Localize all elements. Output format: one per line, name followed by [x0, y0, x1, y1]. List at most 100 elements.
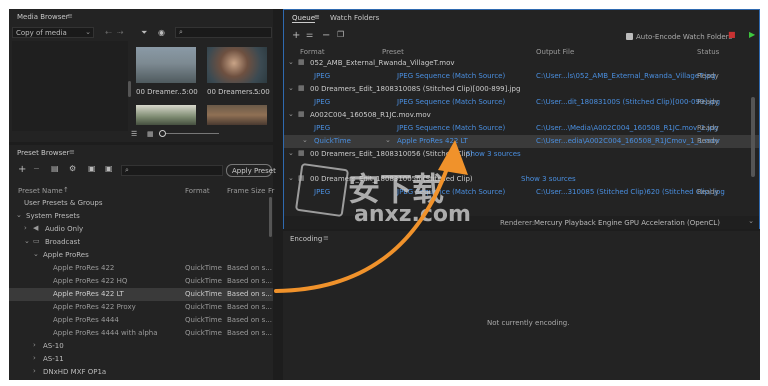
view-icon[interactable]: ◉ [158, 28, 165, 37]
output-file[interactable]: C:\User...edia\A002C004_160508_R1JCmov_1… [536, 137, 720, 145]
preset-row-label: DNxHD MXF OP1a [43, 368, 107, 376]
preset-row-label: User Presets & Groups [24, 199, 103, 207]
preset-row[interactable]: Apple ProRes 422 QuickTime Based on s... [9, 262, 273, 275]
preset-row[interactable]: Apple ProRes 422 HQ QuickTime Based on s… [9, 275, 273, 288]
preset-dropdown-icon[interactable]: ⌄ [385, 136, 391, 144]
preset-row[interactable]: Apple ProRes 4444 with alpha QuickTime B… [9, 327, 273, 340]
media-search-input[interactable]: ⌕ [175, 27, 272, 38]
format-dropdown-icon[interactable]: ⌄ [302, 136, 308, 144]
back-arrow-icon[interactable]: ⇠ [105, 28, 112, 37]
chevron-down-icon[interactable]: ⌄ [288, 110, 294, 118]
preset-row-as10[interactable]: › AS-10 [9, 340, 273, 353]
zoom-slider[interactable] [159, 133, 219, 134]
output-file[interactable]: C:\User...dit_18083100S (Stitched Clip)[… [536, 98, 720, 106]
chevron-down-icon[interactable]: ⌄ [24, 237, 30, 245]
preset-row-user-presets[interactable]: User Presets & Groups [9, 197, 273, 210]
output-preset[interactable]: Apple ProRes 422 LT [397, 137, 468, 145]
new-group-icon[interactable]: ▤ [51, 164, 59, 173]
preset-row-label: Apple ProRes 422 LT [53, 290, 124, 298]
column-preset-name[interactable]: Preset Name [18, 187, 63, 195]
zoom-slider-handle[interactable] [159, 130, 166, 137]
add-icon[interactable]: + [18, 164, 26, 175]
auto-encode-label: Auto-Encode Watch Folders [636, 33, 733, 41]
output-format[interactable]: JPEG [314, 124, 330, 132]
output-preset[interactable]: JPEG Sequence (Match Source) [397, 124, 505, 132]
preset-row-label: Apple ProRes [43, 251, 89, 259]
location-dropdown[interactable]: Copy of media ⌄ [12, 27, 94, 38]
media-thumbnail-2[interactable] [207, 47, 267, 83]
show-sources-link[interactable]: Show 3 sources [521, 175, 576, 183]
preset-row[interactable]: Apple ProRes 4444 QuickTime Based on s..… [9, 314, 273, 327]
menu-icon[interactable]: ≡ [314, 13, 320, 21]
column-fr[interactable]: Fr [268, 187, 274, 195]
add-source-icon[interactable]: + [292, 30, 300, 41]
play-icon[interactable]: ▶ [749, 30, 755, 39]
preset-row-broadcast[interactable]: ⌄ ▭ Broadcast [9, 236, 273, 249]
settings-icon[interactable]: ⚙ [69, 164, 76, 173]
menu-icon[interactable]: ≡ [69, 148, 75, 156]
output-format[interactable]: JPEG [314, 98, 330, 106]
apply-preset-button[interactable]: Apply Preset [226, 164, 276, 177]
preset-row[interactable]: Apple ProRes 422 Proxy QuickTime Based o… [9, 301, 273, 314]
preset-row-selected[interactable]: Apple ProRes 422 LT QuickTime Based on s… [9, 288, 273, 301]
tab-queue[interactable]: Queue [292, 14, 315, 23]
settings-sliders-icon[interactable]: ⚌ [306, 30, 313, 39]
chevron-right-icon[interactable]: › [33, 367, 36, 375]
tab-watch-folders[interactable]: Watch Folders [330, 14, 379, 22]
duplicate-icon[interactable]: ❐ [337, 30, 344, 39]
chevron-down-icon[interactable]: ⌄ [16, 211, 22, 219]
output-file[interactable]: C:\User...\Media\A002C004_160508_R1JC.mo… [536, 124, 718, 132]
queue-source-row[interactable]: ⌄ ▦ A002C004_160508_R1JC.mov.mov [284, 109, 759, 122]
queue-source-row[interactable]: ⌄ ▦ 00 Dreamers_Edit_180831008S (Stitche… [284, 83, 759, 96]
show-sources-link[interactable]: Show 3 sources [466, 150, 521, 158]
chevron-down-icon[interactable]: ⌄ [288, 149, 294, 157]
output-preset[interactable]: JPEG Sequence (Match Source) [397, 72, 505, 80]
preset-scrollbar[interactable] [269, 197, 272, 237]
chevron-down-icon[interactable]: ⌄ [288, 84, 294, 92]
queue-output-row[interactable]: JPEG JPEG Sequence (Match Source) C:\Use… [284, 122, 759, 135]
grid-view-icon[interactable]: ▦ [147, 130, 154, 138]
media-thumbnail-1[interactable] [136, 47, 196, 83]
import-icon[interactable]: ▣ [88, 164, 96, 173]
chevron-right-icon[interactable]: › [33, 354, 36, 362]
column-frame-size[interactable]: Frame Size [227, 187, 265, 195]
menu-icon[interactable]: ≡ [67, 12, 73, 20]
output-format[interactable]: QuickTime [314, 137, 351, 145]
auto-encode-checkbox[interactable] [626, 33, 633, 40]
output-format[interactable]: JPEG [314, 72, 330, 80]
queue-source-row[interactable]: ⌄ ▦ 052_AMB_External_Rwanda_VillageT.mov [284, 57, 759, 70]
preset-row-system-presets[interactable]: ⌄ System Presets [9, 210, 273, 223]
chevron-down-icon[interactable]: ⌄ [288, 58, 294, 66]
folder-tree[interactable] [12, 41, 128, 131]
stop-icon[interactable]: ■ [728, 30, 736, 39]
queue-output-row[interactable]: JPEG JPEG Sequence (Match Source) C:\Use… [284, 70, 759, 83]
remove-icon[interactable]: − [322, 30, 330, 41]
preset-row-label: Audio Only [45, 225, 84, 233]
list-view-icon[interactable]: ☰ [131, 130, 137, 138]
tree-scrollbar[interactable] [128, 81, 131, 97]
renderer-dropdown[interactable]: Mercury Playback Engine GPU Acceleration… [534, 217, 756, 227]
forward-arrow-icon[interactable]: ⇢ [117, 28, 124, 37]
column-format[interactable]: Format [185, 187, 210, 195]
media-thumbnail-4[interactable] [207, 105, 267, 125]
chevron-down-icon[interactable]: ⌄ [288, 174, 294, 182]
output-file[interactable]: C:\User...ls\052_AMB_External_Rwanda_Vil… [536, 72, 716, 80]
preset-row-audio-only[interactable]: › ◀ Audio Only [9, 223, 273, 236]
media-thumbnail-3[interactable] [136, 105, 196, 125]
chevron-right-icon[interactable]: › [24, 224, 27, 232]
remove-icon[interactable]: − [33, 164, 40, 173]
output-preset[interactable]: JPEG Sequence (Match Source) [397, 98, 505, 106]
filter-icon[interactable]: ⏷ [141, 28, 147, 38]
queue-scrollbar[interactable] [751, 97, 755, 177]
preset-row-dnxhd[interactable]: › DNxHD MXF OP1a [9, 366, 273, 379]
queue-output-row[interactable]: JPEG JPEG Sequence (Match Source) C:\Use… [284, 96, 759, 109]
chevron-down-icon[interactable]: ⌄ [33, 250, 39, 258]
clip-icon: ▦ [298, 149, 305, 157]
queue-output-row-selected[interactable]: ⌄ QuickTime ⌄ Apple ProRes 422 LT C:\Use… [284, 135, 759, 148]
chevron-right-icon[interactable]: › [33, 341, 36, 349]
export-icon[interactable]: ▣ [105, 164, 113, 173]
preset-search-input[interactable]: ⌕ [121, 165, 223, 176]
preset-row-apple-prores[interactable]: ⌄ Apple ProRes [9, 249, 273, 262]
preset-row-as11[interactable]: › AS-11 [9, 353, 273, 366]
output-status: Ready [697, 98, 719, 106]
